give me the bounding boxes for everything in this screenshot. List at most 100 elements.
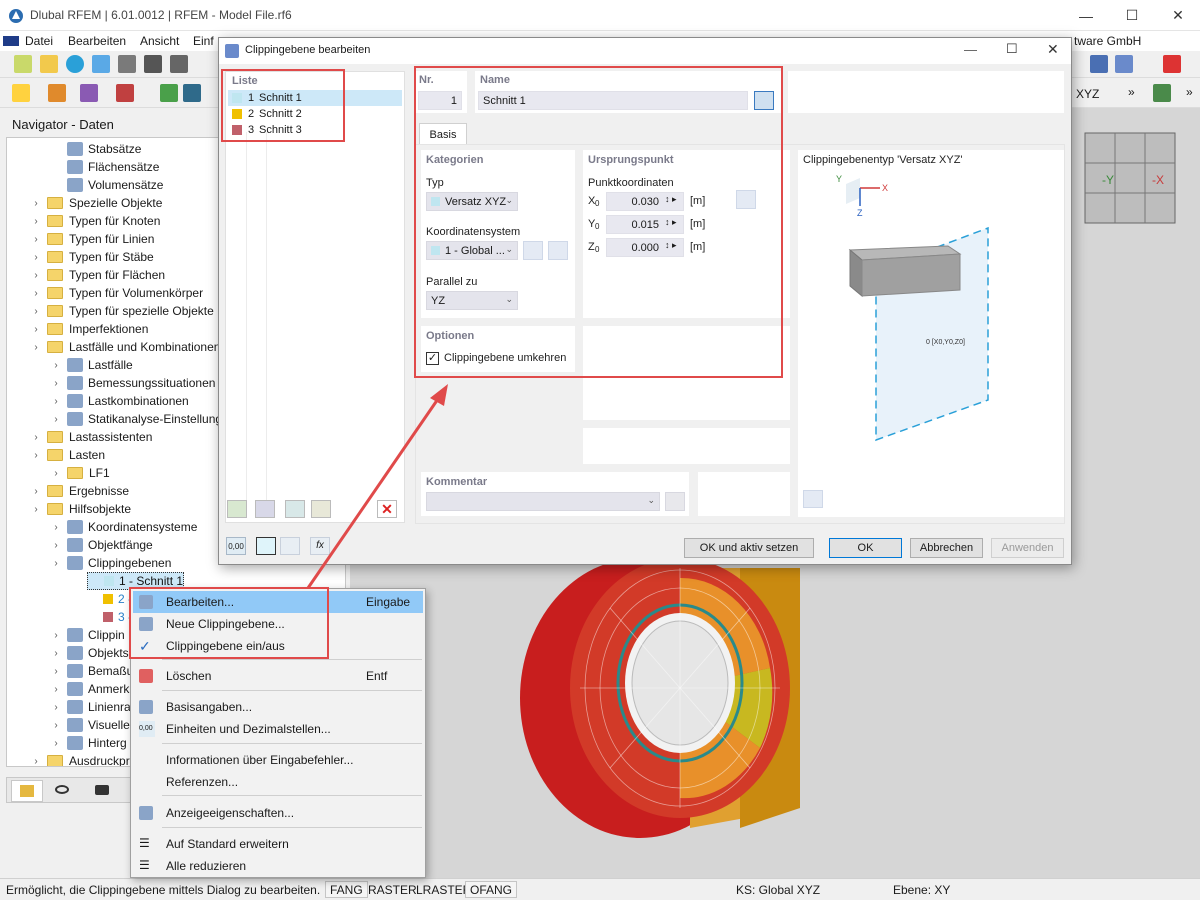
- chevron-right-icon[interactable]: ›: [51, 630, 61, 641]
- tree-item[interactable]: Flächensätze: [51, 158, 159, 176]
- print-icon[interactable]: [170, 55, 188, 73]
- node-tool-icon[interactable]: [12, 84, 30, 102]
- menu-ansicht[interactable]: Ansicht: [140, 34, 179, 48]
- new-ks-icon[interactable]: [523, 241, 543, 260]
- pick-point-icon[interactable]: [736, 190, 756, 209]
- member-tool-icon[interactable]: [80, 84, 98, 102]
- tree-item[interactable]: › Spezielle Objekte: [31, 194, 162, 212]
- tree-item[interactable]: Volumensätze: [51, 176, 163, 194]
- hinge-tool-icon[interactable]: [183, 84, 201, 102]
- minimize-button[interactable]: —: [1063, 0, 1109, 31]
- tree-item[interactable]: › Objekts: [51, 644, 129, 662]
- typ-select[interactable]: Versatz XYZ ⌄: [426, 192, 518, 211]
- polyline-tool-icon[interactable]: [116, 84, 134, 102]
- chevron-right-icon[interactable]: ›: [31, 252, 41, 263]
- tree-item[interactable]: Stabsätze: [51, 140, 141, 158]
- tree-item[interactable]: › Ergebnisse: [31, 482, 129, 500]
- camera-icon[interactable]: [95, 785, 109, 795]
- abbrechen-button[interactable]: Abbrechen: [910, 538, 983, 558]
- edit-name-icon[interactable]: [754, 91, 774, 110]
- chevron-right-icon[interactable]: ›: [31, 234, 41, 245]
- tree-item[interactable]: › Lastkombinationen: [51, 392, 189, 410]
- tree-item[interactable]: › Anmerk: [51, 680, 129, 698]
- tree-item[interactable]: › Clippingebenen: [51, 554, 171, 572]
- chevron-right-icon[interactable]: ›: [51, 468, 61, 479]
- ok-button[interactable]: OK: [829, 538, 902, 558]
- name-field[interactable]: Schnitt 1: [478, 91, 748, 110]
- context-menu-item[interactable]: ☰ Auf Standard erweitern: [133, 833, 423, 855]
- context-menu-item[interactable]: Anzeigeeigenschaften...: [133, 802, 423, 824]
- dialog-maximize-button[interactable]: ☐: [1006, 41, 1018, 57]
- tab-basis[interactable]: Basis: [419, 123, 467, 145]
- spinner-icon[interactable]: ↕ ▸: [665, 194, 677, 205]
- tab-data[interactable]: [11, 780, 43, 802]
- tree-item[interactable]: › Lasten: [31, 446, 105, 464]
- preview-settings-icon[interactable]: [803, 490, 823, 508]
- tree-item[interactable]: › Lastassistenten: [31, 428, 152, 446]
- chevron-right-icon[interactable]: ›: [51, 522, 61, 533]
- toolbar-overflow-icon-2[interactable]: »: [1186, 85, 1193, 99]
- umkehren-checkbox[interactable]: ✓: [426, 352, 439, 365]
- spinner-icon[interactable]: ↕ ▸: [665, 240, 677, 251]
- dialog-close-button[interactable]: ✕: [1047, 41, 1059, 58]
- view-tool-icon[interactable]: [1153, 84, 1171, 102]
- ok-aktiv-button[interactable]: OK und aktiv setzen: [684, 538, 814, 558]
- nr-field[interactable]: 1: [418, 91, 462, 110]
- line-tool-icon[interactable]: [48, 84, 66, 102]
- dialog-minimize-button[interactable]: —: [964, 42, 977, 57]
- parallel-select[interactable]: YZ ⌄: [426, 291, 518, 310]
- grid-tool-icon[interactable]: [1115, 55, 1133, 73]
- chevron-right-icon[interactable]: ›: [31, 288, 41, 299]
- copy-item-button[interactable]: [255, 500, 275, 518]
- context-menu-item[interactable]: Löschen Entf: [133, 665, 423, 687]
- toolbar-overflow-icon[interactable]: »: [1128, 85, 1135, 99]
- context-menu-item[interactable]: Basisangaben...: [133, 696, 423, 718]
- chevron-right-icon[interactable]: ›: [31, 306, 41, 317]
- toggle-ofang[interactable]: OFANG: [465, 881, 518, 898]
- chevron-right-icon[interactable]: ›: [51, 702, 61, 713]
- chevron-right-icon[interactable]: ›: [51, 666, 61, 677]
- chevron-right-icon[interactable]: ›: [31, 270, 41, 281]
- eye-icon[interactable]: [55, 785, 69, 794]
- tree-item[interactable]: › Linienra: [51, 698, 131, 716]
- menu-einfuegen[interactable]: Einf: [193, 34, 214, 48]
- coord-system-select[interactable]: XYZ: [1076, 87, 1099, 101]
- context-menu-item[interactable]: Referenzen...: [133, 771, 423, 793]
- chevron-right-icon[interactable]: ›: [51, 378, 61, 389]
- tree-item[interactable]: › Typen für Knoten: [31, 212, 160, 230]
- tree-item[interactable]: › Bemaßu: [51, 662, 133, 680]
- chevron-right-icon[interactable]: ›: [51, 360, 61, 371]
- list-item[interactable]: 2 Schnitt 2: [228, 106, 402, 122]
- chevron-right-icon[interactable]: ›: [51, 648, 61, 659]
- spinner-icon[interactable]: ↕ ▸: [665, 217, 677, 228]
- kommentar-select[interactable]: ⌄: [426, 492, 660, 511]
- maximize-button[interactable]: ☐: [1109, 0, 1155, 31]
- ks-select[interactable]: 1 - Global ... ⌄: [426, 241, 518, 260]
- chevron-right-icon[interactable]: ›: [31, 450, 41, 461]
- save-icon[interactable]: [144, 55, 162, 73]
- tree-item[interactable]: › Typen für Volumenkörper: [31, 284, 203, 302]
- new-model-icon[interactable]: [14, 55, 32, 73]
- chevron-right-icon[interactable]: ›: [51, 738, 61, 749]
- context-menu-item[interactable]: 0,00 Einheiten und Dezimalstellen...: [133, 718, 423, 740]
- tree-item[interactable]: › Hinterg: [51, 734, 127, 752]
- edit-ks-icon[interactable]: [548, 241, 568, 260]
- context-menu-item[interactable]: ☰ Alle reduzieren: [133, 855, 423, 877]
- app-menu-icon[interactable]: [3, 36, 19, 46]
- open-icon[interactable]: [40, 55, 58, 73]
- tree-item[interactable]: › Lastfälle und Kombinationen: [31, 338, 220, 356]
- chevron-right-icon[interactable]: ›: [31, 432, 41, 443]
- delete-tool-icon[interactable]: [1163, 55, 1181, 73]
- tree-item[interactable]: › Bemessungssituationen: [51, 374, 215, 392]
- toggle-raster[interactable]: RASTER: [368, 883, 417, 897]
- context-menu-item[interactable]: ✓ Clippingebene ein/aus: [133, 635, 423, 657]
- units-button[interactable]: 0,00: [226, 537, 246, 555]
- context-menu-item[interactable]: Neue Clippingebene...: [133, 613, 423, 635]
- tree-item[interactable]: › Typen für Linien: [31, 230, 154, 248]
- chevron-right-icon[interactable]: ›: [51, 540, 61, 551]
- chevron-right-icon[interactable]: ›: [51, 684, 61, 695]
- tree-item[interactable]: › Hilfsobjekte: [31, 500, 131, 518]
- list-item[interactable]: 3 Schnitt 3: [228, 122, 402, 138]
- tree-item[interactable]: › LF1: [51, 464, 109, 482]
- tree-item[interactable]: › Statikanalyse-Einstellungen: [51, 410, 235, 428]
